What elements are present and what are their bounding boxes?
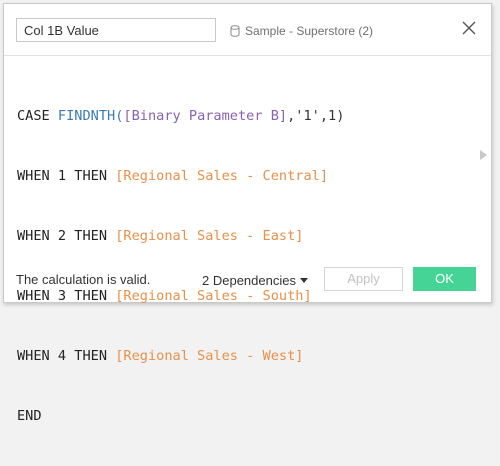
database-icon [230,25,240,37]
ok-button[interactable]: OK [413,267,476,291]
header-divider [4,55,491,56]
datasource-indicator: Sample - Superstore (2) [230,20,373,42]
code-line: END [17,406,471,426]
caret-down-icon [299,278,308,283]
when-keyword: WHEN 1 THEN [17,168,116,184]
dialog-footer: The calculation is valid. 2 Dependencies… [4,262,491,296]
expand-arrow-icon[interactable] [480,150,487,160]
calculation-name-input[interactable] [16,18,216,42]
case-keyword: CASE [17,108,58,124]
code-line: WHEN 1 THEN [Regional Sales - Central] [17,166,471,186]
findnth-function: FINDNTH( [57,108,124,124]
datasource-label: Sample - Superstore (2) [245,24,374,38]
dependencies-label: 2 Dependencies [202,272,296,288]
dependencies-dropdown[interactable]: 2 Dependencies [202,270,308,290]
when-keyword: WHEN 4 THEN [17,348,116,364]
code-line: CASE FINDNTH([Binary Parameter B],'1',1) [17,106,471,126]
formula-editor[interactable]: CASE FINDNTH([Binary Parameter B],'1',1)… [17,66,471,424]
when-keyword: WHEN 2 THEN [17,228,116,244]
field-reference-west: [Regional Sales - West] [115,348,304,364]
function-arguments: ,'1',1) [287,108,345,124]
close-icon[interactable] [459,18,479,38]
end-keyword: END [17,408,42,424]
binary-parameter-reference: [Binary Parameter B] [123,108,288,124]
close-button[interactable] [459,18,479,38]
validation-status: The calculation is valid. [16,272,151,287]
calculation-editor-dialog: Sample - Superstore (2) CASE FINDNTH([Bi… [3,3,492,424]
field-reference-east: [Regional Sales - East] [115,228,304,244]
code-line: WHEN 4 THEN [Regional Sales - West] [17,346,471,366]
apply-button[interactable]: Apply [324,267,403,291]
code-line: WHEN 2 THEN [Regional Sales - East] [17,226,471,246]
field-reference-central: [Regional Sales - Central] [115,168,329,184]
